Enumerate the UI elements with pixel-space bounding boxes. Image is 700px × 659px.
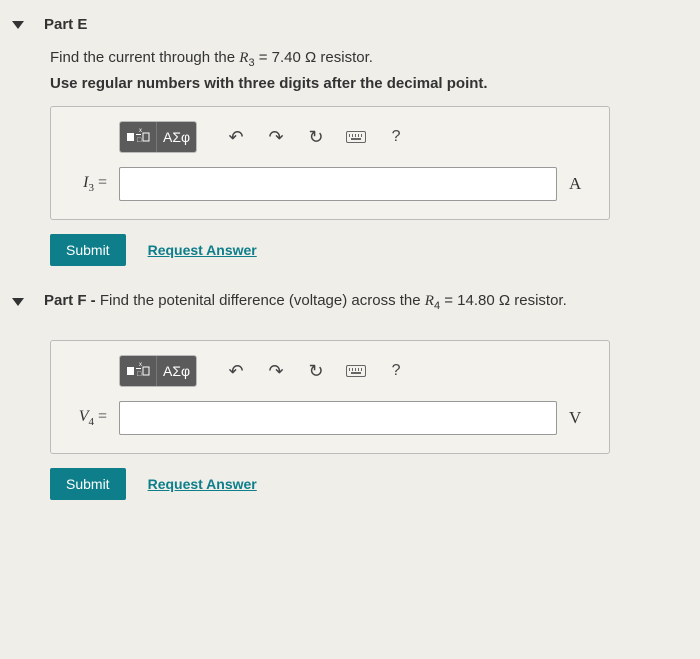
part-e-lhs: I3 = (67, 174, 107, 194)
greek-label: ΑΣφ (163, 129, 190, 145)
reset-icon: ↻ (309, 361, 324, 382)
greek-label: ΑΣφ (163, 363, 190, 379)
part-f-answer-input[interactable] (119, 401, 557, 435)
svg-text:□: □ (137, 371, 142, 378)
format-group: x□ ΑΣφ (119, 121, 197, 153)
lhs-var: V (79, 408, 89, 425)
part-e-instruction: Use regular numbers with three digits af… (50, 75, 700, 92)
reset-button[interactable]: ↻ (299, 122, 333, 152)
part-e-header[interactable]: Part E (0, 0, 700, 43)
undo-button[interactable]: ↶ (219, 356, 253, 386)
part-e-answer-box: x□ ΑΣφ ↶ ↷ ↻ ? I3 = A (50, 106, 610, 220)
part-f-body: x□ ΑΣφ ↶ ↷ ↻ ? V4 = V Submit Request Ans… (50, 340, 700, 500)
redo-button[interactable]: ↷ (259, 356, 293, 386)
reset-button[interactable]: ↻ (299, 356, 333, 386)
part-e-input-row: I3 = A (67, 167, 593, 201)
help-button[interactable]: ? (379, 122, 413, 152)
submit-label: Submit (66, 476, 110, 492)
submit-label: Submit (66, 242, 110, 258)
part-f-unit: V (569, 408, 593, 428)
part-f-actions: Submit Request Answer (50, 468, 700, 500)
part-f-title: Part F - Find the potenital difference (… (44, 292, 567, 312)
caret-down-icon (12, 298, 24, 306)
part-e-title: Part E (44, 16, 87, 33)
part-f-text-post: = 14.80 Ω resistor. (440, 292, 567, 309)
lhs-eq: = (94, 408, 107, 425)
greek-button[interactable]: ΑΣφ (156, 122, 196, 152)
reset-icon: ↻ (309, 127, 324, 148)
part-f-var: R (425, 293, 434, 309)
help-icon: ? (392, 128, 401, 146)
part-e-body: Find the current through the R3 = 7.40 Ω… (50, 49, 700, 266)
lhs-eq: = (94, 174, 107, 191)
request-answer-link[interactable]: Request Answer (148, 476, 257, 492)
keyboard-icon (346, 365, 366, 377)
part-e-toolbar: x□ ΑΣφ ↶ ↷ ↻ ? (119, 121, 593, 153)
part-f-label: Part F - (44, 292, 100, 309)
svg-text:□: □ (137, 137, 142, 144)
caret-down-icon (12, 21, 24, 29)
greek-button[interactable]: ΑΣφ (156, 356, 196, 386)
part-f-lhs: V4 = (67, 408, 107, 428)
part-e-actions: Submit Request Answer (50, 234, 700, 266)
part-e-unit: A (569, 174, 593, 194)
redo-icon: ↷ (269, 127, 284, 148)
request-answer-link[interactable]: Request Answer (148, 242, 257, 258)
format-group: x□ ΑΣφ (119, 355, 197, 387)
svg-text:x: x (139, 362, 142, 368)
redo-button[interactable]: ↷ (259, 122, 293, 152)
undo-icon: ↶ (229, 361, 244, 382)
undo-button[interactable]: ↶ (219, 122, 253, 152)
part-e-prompt: Find the current through the R3 = 7.40 Ω… (50, 49, 700, 69)
help-icon: ? (392, 362, 401, 380)
submit-button[interactable]: Submit (50, 468, 126, 500)
undo-icon: ↶ (229, 127, 244, 148)
redo-icon: ↷ (269, 361, 284, 382)
prompt-text-pre: Find the current through the (50, 49, 239, 66)
part-f-header[interactable]: Part F - Find the potenital difference (… (0, 266, 700, 318)
keyboard-button[interactable] (339, 356, 373, 386)
part-f-answer-box: x□ ΑΣφ ↶ ↷ ↻ ? V4 = V (50, 340, 610, 454)
prompt-text-mid: = 7.40 Ω resistor. (255, 49, 373, 66)
part-f-input-row: V4 = V (67, 401, 593, 435)
keyboard-button[interactable] (339, 122, 373, 152)
part-f-toolbar: x□ ΑΣφ ↶ ↷ ↻ ? (119, 355, 593, 387)
submit-button[interactable]: Submit (50, 234, 126, 266)
part-f-text-pre: Find the potenital difference (voltage) … (100, 292, 425, 309)
template-icon[interactable]: x□ (120, 122, 156, 152)
template-icon[interactable]: x□ (120, 356, 156, 386)
keyboard-icon (346, 131, 366, 143)
part-e-answer-input[interactable] (119, 167, 557, 201)
help-button[interactable]: ? (379, 356, 413, 386)
svg-text:x: x (139, 128, 142, 134)
